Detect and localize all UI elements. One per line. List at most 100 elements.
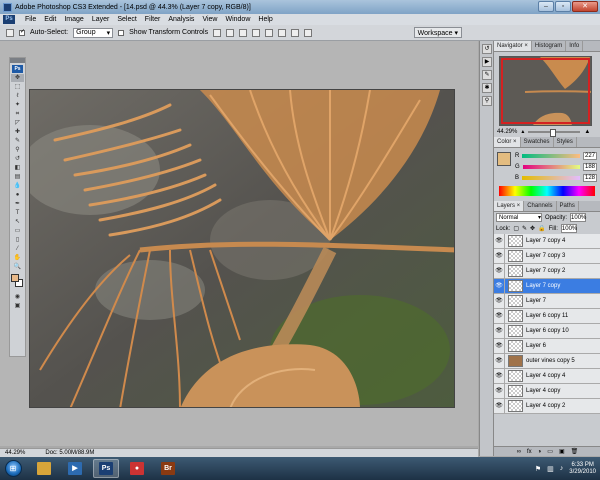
tool-presets-icon[interactable]: ✎ [482, 70, 492, 80]
brushes-panel-icon[interactable]: ✱ [482, 83, 492, 93]
taskbar-app-button[interactable] [31, 459, 57, 478]
visibility-eye-icon[interactable]: 👁 [494, 294, 505, 308]
minimize-button[interactable]: – [538, 1, 554, 12]
layer-row[interactable]: 👁 Layer 7 copy 4 [494, 234, 600, 249]
history-brush-icon[interactable]: ↺ [11, 155, 24, 163]
flag-icon[interactable]: ⚑ [535, 465, 541, 473]
blur-tool-icon[interactable]: 💧 [11, 182, 24, 190]
lock-position-icon[interactable]: ✥ [530, 225, 535, 232]
menu-select[interactable]: Select [113, 16, 140, 23]
move-tool-preset-icon[interactable] [6, 28, 14, 37]
show-transform-checkbox[interactable] [118, 29, 125, 36]
visibility-eye-icon[interactable]: 👁 [494, 309, 505, 323]
document-canvas[interactable] [29, 89, 455, 408]
history-panel-icon[interactable]: ↺ [482, 44, 492, 54]
opacity-value[interactable]: 100% [570, 213, 586, 222]
distribute-icon[interactable] [291, 28, 300, 37]
auto-select-dropdown[interactable]: Group ▾ [73, 27, 114, 38]
type-tool-icon[interactable]: T [11, 209, 24, 217]
foreground-color-swatch[interactable] [11, 274, 19, 282]
crop-tool-icon[interactable]: ⌗ [11, 110, 24, 118]
taskbar-app-button[interactable]: Br [155, 459, 181, 478]
fill-value[interactable]: 100% [560, 224, 577, 233]
workspace-button[interactable]: Workspace ▾ [413, 27, 462, 38]
clock[interactable]: 6:33 PM 3/29/2010 [569, 462, 596, 476]
magic-wand-icon[interactable]: ✦ [11, 101, 24, 109]
notes-tool-icon[interactable]: ▯ [11, 236, 24, 244]
visibility-eye-icon[interactable]: 👁 [494, 354, 505, 368]
layer-row[interactable]: 👁 Layer 4 copy [494, 384, 600, 399]
layer-row[interactable]: 👁 Layer 6 [494, 339, 600, 354]
taskbar-app-button[interactable]: ● [124, 459, 150, 478]
dodge-tool-icon[interactable]: ● [11, 191, 24, 199]
visibility-eye-icon[interactable]: 👁 [494, 264, 505, 278]
color-value-b[interactable]: 128 [583, 173, 597, 182]
taskbar-app-button[interactable]: Ps [93, 459, 119, 478]
color-spectrum[interactable] [499, 186, 595, 196]
visibility-eye-icon[interactable]: 👁 [494, 339, 505, 353]
lasso-tool-icon[interactable]: ℓ [11, 92, 24, 100]
tab-navigator[interactable]: Navigator × [494, 41, 532, 51]
layer-row[interactable]: 👁 Layer 6 copy 10 [494, 324, 600, 339]
zoom-slider[interactable] [528, 128, 581, 137]
new-group-icon[interactable]: ▭ [547, 448, 553, 455]
menu-filter[interactable]: Filter [141, 16, 165, 23]
tab-styles[interactable]: Styles [554, 137, 577, 147]
healing-brush-icon[interactable]: ✚ [11, 128, 24, 136]
restore-button[interactable]: ▫ [555, 1, 571, 12]
color-slider-g[interactable] [522, 164, 581, 169]
close-button[interactable]: ✕ [572, 1, 598, 12]
link-layers-icon[interactable]: ∞ [517, 449, 521, 455]
menu-layer[interactable]: Layer [88, 16, 114, 23]
clone-stamp-icon[interactable]: ⚲ [11, 146, 24, 154]
tab-paths[interactable]: Paths [557, 201, 579, 211]
color-swatches[interactable] [10, 274, 25, 292]
shape-tool-icon[interactable]: ▭ [11, 227, 24, 235]
visibility-eye-icon[interactable]: 👁 [494, 384, 505, 398]
layer-row[interactable]: 👁 Layer 7 copy [494, 279, 600, 294]
zoom-in-icon[interactable]: ▲ [584, 129, 590, 135]
navigator-thumbnail[interactable] [499, 56, 592, 126]
align-left-icon[interactable] [252, 28, 261, 37]
menu-image[interactable]: Image [60, 16, 87, 23]
zoom-tool-icon[interactable]: 🔍 [11, 263, 24, 271]
distribute-2-icon[interactable] [304, 28, 313, 37]
pen-tool-icon[interactable]: ✒ [11, 200, 24, 208]
color-slider-b[interactable] [522, 175, 580, 180]
layer-row[interactable]: 👁 Layer 6 copy 11 [494, 309, 600, 324]
align-right-icon[interactable] [278, 28, 287, 37]
tab-swatches[interactable]: Swatches [521, 137, 554, 147]
eraser-tool-icon[interactable]: ◧ [11, 164, 24, 172]
actions-panel-icon[interactable]: ▶ [482, 57, 492, 67]
move-tool-icon[interactable]: ✥ [11, 74, 24, 82]
screen-mode-icon[interactable]: ▣ [11, 302, 24, 310]
color-fg-swatch[interactable] [497, 152, 511, 166]
menu-help[interactable]: Help [254, 16, 276, 23]
volume-icon[interactable]: ♪ [560, 465, 564, 472]
lock-all-icon[interactable]: 🔒 [538, 225, 545, 232]
align-middle-icon[interactable] [226, 28, 235, 37]
align-bottom-icon[interactable] [239, 28, 248, 37]
layer-row[interactable]: 👁 Layer 4 copy 4 [494, 369, 600, 384]
clone-source-icon[interactable]: ⚲ [482, 96, 492, 106]
visibility-eye-icon[interactable]: 👁 [494, 399, 505, 413]
visibility-eye-icon[interactable]: 👁 [494, 324, 505, 338]
path-selection-icon[interactable]: ↖ [11, 218, 24, 226]
eyedropper-icon[interactable]: ⁄ [11, 245, 24, 253]
menu-file[interactable]: File [21, 16, 40, 23]
menu-window[interactable]: Window [221, 16, 254, 23]
navigator-zoom-value[interactable]: 44.29% [497, 129, 517, 135]
network-icon[interactable]: ▥ [547, 465, 554, 473]
visibility-eye-icon[interactable]: 👁 [494, 369, 505, 383]
layer-row[interactable]: 👁 Layer 7 copy 2 [494, 264, 600, 279]
lock-pixels-icon[interactable]: ✎ [522, 225, 527, 232]
slice-tool-icon[interactable]: ◸ [11, 119, 24, 127]
marquee-tool-icon[interactable]: ⬚ [11, 83, 24, 91]
color-value-g[interactable]: 188 [583, 162, 597, 171]
zoom-out-icon[interactable]: ▴ [521, 128, 524, 135]
visibility-eye-icon[interactable]: 👁 [494, 279, 505, 293]
tab-info[interactable]: Info [566, 41, 584, 51]
layer-row[interactable]: 👁 outer vines copy 5 [494, 354, 600, 369]
layer-style-icon[interactable]: fx [527, 449, 532, 455]
layer-row[interactable]: 👁 Layer 7 [494, 294, 600, 309]
